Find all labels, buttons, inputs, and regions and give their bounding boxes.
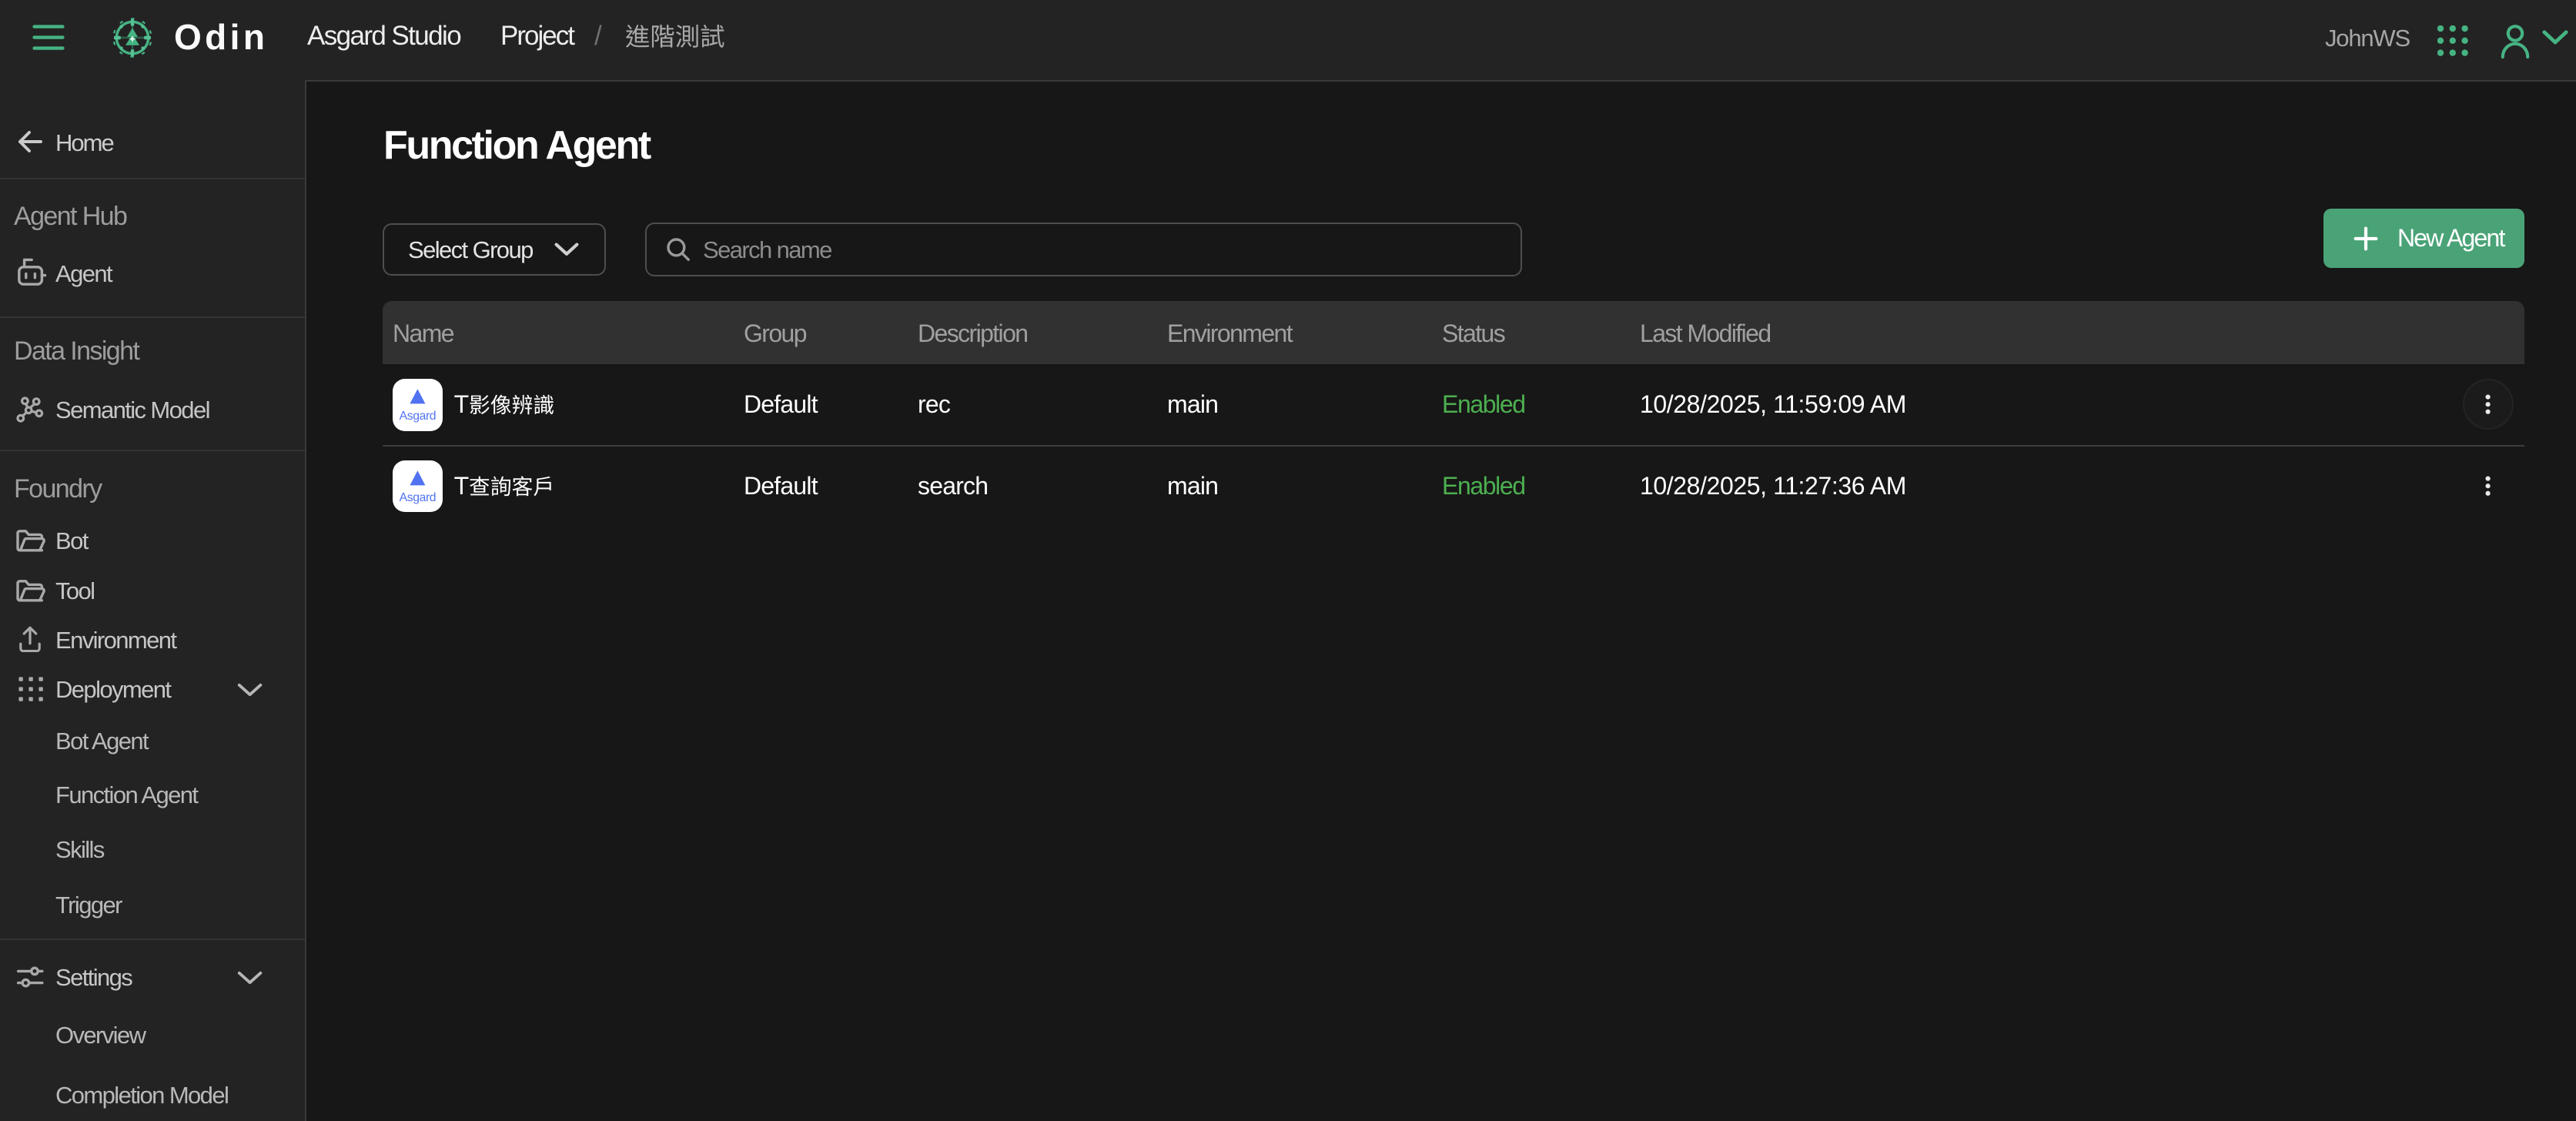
svg-text:Asgard: Asgard [400, 491, 437, 504]
svg-text:Asgard: Asgard [400, 410, 437, 423]
